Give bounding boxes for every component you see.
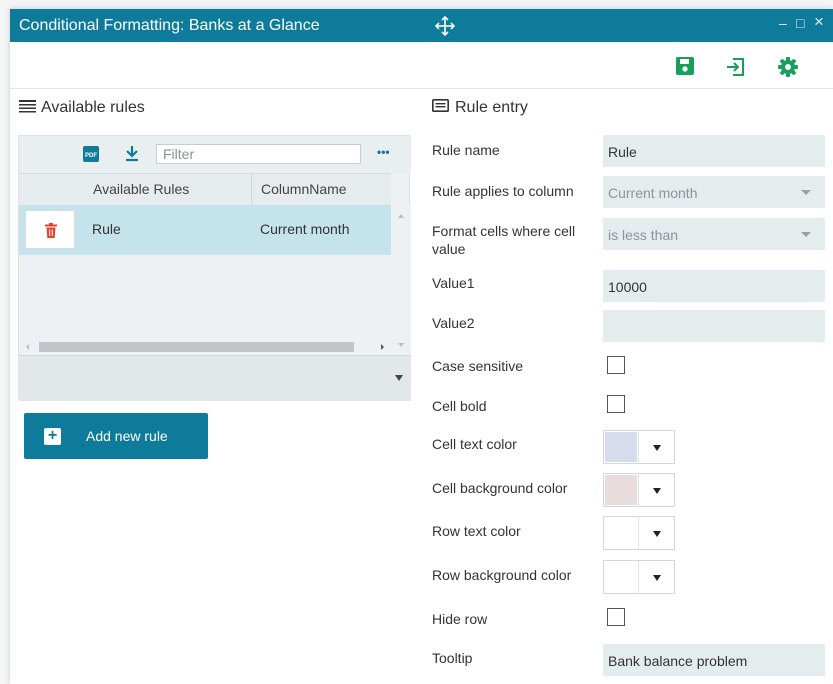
cell-text-color-picker[interactable] <box>603 430 675 464</box>
value2-label: Value2 <box>432 315 475 331</box>
table-row[interactable]: Rule Current month <box>19 205 391 255</box>
download-icon[interactable] <box>125 144 139 167</box>
rule-entry-icon <box>432 99 449 112</box>
rule-name-cell: Rule <box>92 221 121 237</box>
color-swatch <box>605 562 637 592</box>
rules-list-icon <box>19 100 36 113</box>
condition-value: is less than <box>608 227 679 243</box>
move-icon[interactable] <box>434 15 456 37</box>
svg-text:PDF: PDF <box>85 153 97 159</box>
caret-down-icon <box>801 232 811 237</box>
row-text-color-label: Row text color <box>432 523 521 539</box>
grid-toolbar: PDF ••• <box>19 136 411 173</box>
caret-down-icon <box>638 431 675 463</box>
trash-icon <box>45 223 57 238</box>
rules-grid: PDF ••• Available Rules ColumnName <box>18 135 411 401</box>
plus-icon: + <box>44 428 61 445</box>
row-text-color-picker[interactable] <box>603 516 675 550</box>
applies-to-label: Rule applies to column <box>432 183 574 199</box>
hide-row-label: Hide row <box>432 611 488 627</box>
tooltip-field[interactable]: Bank balance problem <box>603 644 825 676</box>
value1-field[interactable]: 10000 <box>603 270 825 302</box>
save-icon[interactable] <box>675 56 697 78</box>
available-rules-title: Available rules <box>41 99 145 116</box>
caret-down-icon <box>638 517 675 549</box>
hide-row-checkbox[interactable] <box>607 608 625 626</box>
caret-down-icon[interactable] <box>394 374 404 382</box>
cell-text-color-label: Cell text color <box>432 436 517 452</box>
column-header-columnname[interactable]: ColumnName <box>261 181 347 197</box>
cell-bold-checkbox[interactable] <box>607 395 625 413</box>
value2-field[interactable] <box>603 310 825 342</box>
row-bg-color-picker[interactable] <box>603 560 675 594</box>
window-title: Conditional Formatting: Banks at a Glanc… <box>19 17 320 34</box>
rule-column-cell: Current month <box>260 221 350 237</box>
color-swatch <box>605 518 637 548</box>
cell-bold-label: Cell bold <box>432 398 487 414</box>
value1-label: Value1 <box>432 275 475 291</box>
grid-footer <box>19 355 411 401</box>
rule-name-label: Rule name <box>432 142 500 158</box>
row-bg-color-label: Row background color <box>432 567 572 583</box>
column-divider <box>251 174 252 205</box>
filter-input[interactable] <box>156 144 361 164</box>
cell-bg-color-label: Cell background color <box>432 480 568 496</box>
gear-icon[interactable] <box>777 56 799 78</box>
maximize-button[interactable]: □ <box>796 15 804 31</box>
pdf-export-icon[interactable]: PDF <box>82 145 100 168</box>
more-options-button[interactable]: ••• <box>377 145 390 159</box>
color-swatch <box>605 432 637 462</box>
add-new-rule-button[interactable]: + Add new rule <box>24 413 208 459</box>
vertical-scrollbar[interactable] <box>391 205 411 355</box>
tooltip-label: Tooltip <box>432 650 473 666</box>
add-new-rule-label: Add new rule <box>86 428 168 444</box>
caret-down-icon <box>638 561 675 593</box>
color-swatch <box>605 475 637 505</box>
condition-select[interactable]: is less than <box>603 218 825 250</box>
rule-entry-title: Rule entry <box>455 99 528 116</box>
delete-rule-button[interactable] <box>25 210 75 249</box>
title-bar[interactable]: Conditional Formatting: Banks at a Glanc… <box>10 9 833 42</box>
minimize-button[interactable]: – <box>779 15 787 31</box>
close-button[interactable]: × <box>814 12 824 32</box>
available-rules-heading: Available rules <box>19 99 145 117</box>
rule-name-field[interactable]: Rule <box>603 135 825 167</box>
grid-header: Available Rules ColumnName <box>19 173 391 206</box>
rule-entry-heading: Rule entry <box>432 99 528 117</box>
toolbar <box>10 42 833 89</box>
horizontal-scrollbar[interactable] <box>19 339 391 355</box>
case-sensitive-label: Case sensitive <box>432 358 524 374</box>
column-header-available-rules[interactable]: Available Rules <box>93 181 189 197</box>
applies-to-select[interactable]: Current month <box>603 176 825 208</box>
conditional-formatting-window: Conditional Formatting: Banks at a Glanc… <box>10 9 833 684</box>
condition-label: Format cells where cell value <box>432 223 576 257</box>
applies-to-value: Current month <box>608 185 698 201</box>
cell-bg-color-picker[interactable] <box>603 473 675 507</box>
caret-down-icon <box>638 474 675 506</box>
case-sensitive-checkbox[interactable] <box>607 356 625 374</box>
caret-down-icon <box>801 190 811 195</box>
exit-icon[interactable] <box>725 56 747 78</box>
